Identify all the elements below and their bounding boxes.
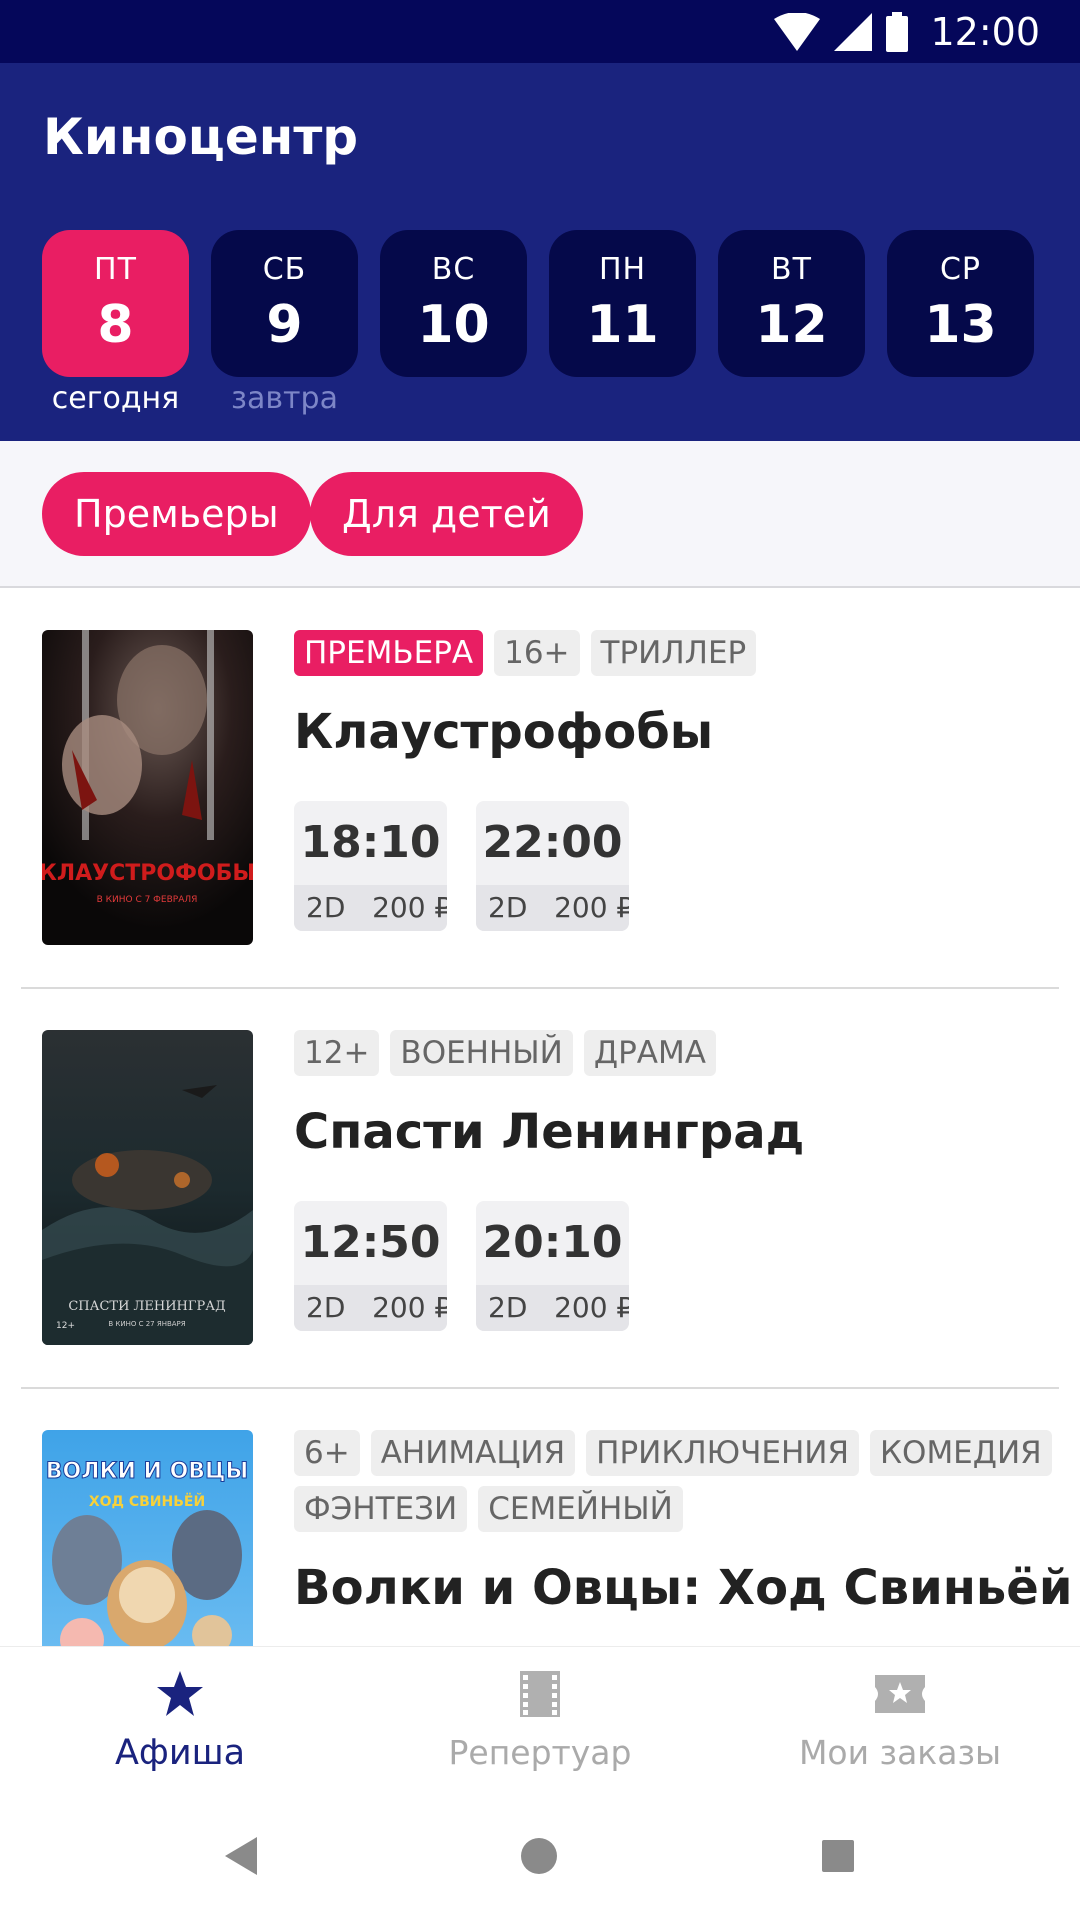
tag-premiere: ПРЕМЬЕРА (294, 630, 484, 676)
movie-title[interactable]: Клаустрофобы (294, 704, 713, 760)
day-name: СБ (262, 252, 307, 287)
tag-genre: ТРИЛЛЕР (590, 630, 757, 676)
nav-label: Афиша (114, 1733, 246, 1773)
page-title: Киноцентр (43, 108, 359, 166)
movie-poster[interactable]: ВОЛКИ И ОВЦЫ ХОД СВИНЬЁЙ (42, 1430, 253, 1646)
day-number: 8 (97, 295, 134, 355)
session-time: 22:00 (482, 817, 623, 868)
poster-subtitle: В КИНО С 27 ЯНВАРЯ (108, 1320, 185, 1328)
day-caption-today: сегодня (51, 381, 180, 416)
signal-icon (834, 13, 873, 51)
movie-card[interactable]: ВОЛКИ И ОВЦЫ ХОД СВИНЬЁЙ 6+ АНИМАЦИЯ ПРИ… (0, 1388, 1080, 1646)
bottom-navigation: Афиша Репертуар Мои заказы (0, 1646, 1080, 1794)
poster-subtitle: В КИНО С 7 ФЕВРАЛЯ (97, 895, 198, 905)
session-time: 20:10 (482, 1217, 623, 1268)
filter-kids[interactable]: Для детей (310, 472, 583, 556)
tag-genre: ПРИКЛЮЧЕНИЯ (586, 1430, 860, 1476)
day-name: ВТ (771, 252, 812, 287)
movie-title[interactable]: Волки и Овцы: Ход Свиньёй (294, 1560, 1072, 1616)
movie-card[interactable]: СПАСТИ ЛЕНИНГРАД В КИНО С 27 ЯНВАРЯ 12+ … (0, 988, 1080, 1388)
day-name: СР (939, 252, 982, 287)
poster-image: СПАСТИ ЛЕНИНГРАД В КИНО С 27 ЯНВАРЯ 12+ (42, 1030, 253, 1345)
session-price: 200 ₽ (554, 891, 629, 924)
day-name: ПН (598, 252, 647, 287)
session-format: 2D (488, 891, 528, 924)
tag-age: 16+ (494, 630, 580, 676)
nav-label: Мои заказы (798, 1733, 1002, 1772)
poster-title: ВОЛКИ И ОВЦЫ (46, 1459, 249, 1484)
day-name: ВС (431, 252, 476, 287)
nav-item-repertoire[interactable]: Репертуар (360, 1647, 720, 1795)
filter-premieres[interactable]: Премьеры (42, 472, 311, 556)
session-time: 18:10 (300, 817, 441, 868)
poster-subtitle: ХОД СВИНЬЁЙ (89, 1493, 205, 1510)
poster-title: СПАСТИ ЛЕНИНГРАД (68, 1299, 225, 1314)
movie-title[interactable]: Спасти Ленинград (294, 1104, 804, 1160)
nav-item-orders[interactable]: Мои заказы (720, 1647, 1080, 1795)
tag-genre: СЕМЕЙНЫЙ (478, 1486, 683, 1532)
day-caption-tomorrow: завтра (231, 381, 338, 416)
session-price: 200 ₽ (372, 1291, 447, 1324)
poster-image: ВОЛКИ И ОВЦЫ ХОД СВИНЬЁЙ (42, 1430, 253, 1646)
tag-genre: ВОЕННЫЙ (390, 1030, 573, 1076)
session-button[interactable]: 18:10 2D 200 ₽ (294, 801, 447, 931)
header: Киноцентр ПТ 8 СБ 9 ВС 10 ПН 11 ВТ 12 СР… (0, 63, 1080, 441)
day-number: 10 (417, 295, 490, 355)
day-number: 13 (924, 295, 997, 355)
movie-poster[interactable]: КЛАУСТРОФОБЫ В КИНО С 7 ФЕВРАЛЯ (42, 630, 253, 945)
wifi-icon (774, 13, 821, 51)
movie-poster[interactable]: СПАСТИ ЛЕНИНГРАД В КИНО С 27 ЯНВАРЯ 12+ (42, 1030, 253, 1345)
day-chip-tue[interactable]: ВТ 12 (718, 230, 865, 377)
poster-title: КЛАУСТРОФОБЫ (42, 861, 253, 886)
ticket-icon (875, 1675, 925, 1713)
poster-image: КЛАУСТРОФОБЫ В КИНО С 7 ФЕВРАЛЯ (42, 630, 253, 945)
tag-age: 12+ (294, 1030, 380, 1076)
tag-genre: АНИМАЦИЯ (370, 1430, 576, 1476)
movie-tags: 12+ ВОЕННЫЙ ДРАМА (294, 1030, 1054, 1076)
session-format: 2D (488, 1291, 528, 1324)
session-price: 200 ₽ (372, 891, 447, 924)
session-price: 200 ₽ (554, 1291, 629, 1324)
day-name: ПТ (94, 252, 137, 287)
session-button[interactable]: 22:00 2D 200 ₽ (476, 801, 629, 931)
tag-age: 6+ (294, 1430, 360, 1476)
tag-genre: ДРАМА (583, 1030, 716, 1076)
filter-bar: Премьеры Для детей (0, 441, 1080, 588)
nav-item-afisha[interactable]: Афиша (0, 1647, 360, 1795)
day-chip-fri[interactable]: ПТ 8 (42, 230, 189, 377)
day-chip-sun[interactable]: ВС 10 (380, 230, 527, 377)
tag-genre: КОМЕДИЯ (870, 1430, 1052, 1476)
session-format: 2D (306, 1291, 346, 1324)
session-info: 2D 200 ₽ (294, 885, 447, 931)
system-nav-bar (0, 1794, 1080, 1920)
session-info: 2D 200 ₽ (476, 1285, 629, 1331)
session-button[interactable]: 12:50 2D 200 ₽ (294, 1201, 447, 1331)
session-info: 2D 200 ₽ (476, 885, 629, 931)
movie-tags: ПРЕМЬЕРА 16+ ТРИЛЛЕР (294, 630, 1054, 676)
home-icon[interactable] (521, 1838, 557, 1874)
status-time: 12:00 (930, 10, 1040, 54)
day-number: 9 (266, 295, 303, 355)
movie-card[interactable]: КЛАУСТРОФОБЫ В КИНО С 7 ФЕВРАЛЯ ПРЕМЬЕРА… (0, 588, 1080, 988)
status-icons: 12:00 (774, 8, 1040, 56)
movie-tags: 6+ АНИМАЦИЯ ПРИКЛЮЧЕНИЯ КОМЕДИЯ ФЭНТЕЗИ … (294, 1430, 1054, 1532)
day-chip-sat[interactable]: СБ 9 (211, 230, 358, 377)
poster-rating: 12+ (56, 1321, 75, 1331)
nav-label: Репертуар (448, 1733, 632, 1772)
battery-icon (886, 12, 909, 52)
day-chip-wed[interactable]: СР 13 (887, 230, 1034, 377)
film-icon (520, 1671, 560, 1717)
star-icon (157, 1671, 203, 1716)
session-time: 12:50 (300, 1217, 441, 1268)
session-button[interactable]: 20:10 2D 200 ₽ (476, 1201, 629, 1331)
day-chip-mon[interactable]: ПН 11 (549, 230, 696, 377)
day-number: 11 (586, 295, 659, 355)
tag-genre: ФЭНТЕЗИ (294, 1486, 468, 1532)
status-bar: 12:00 (0, 0, 1080, 63)
recents-icon[interactable] (822, 1840, 854, 1872)
back-icon[interactable] (225, 1837, 257, 1875)
day-number: 12 (755, 295, 828, 355)
session-info: 2D 200 ₽ (294, 1285, 447, 1331)
session-format: 2D (306, 891, 346, 924)
